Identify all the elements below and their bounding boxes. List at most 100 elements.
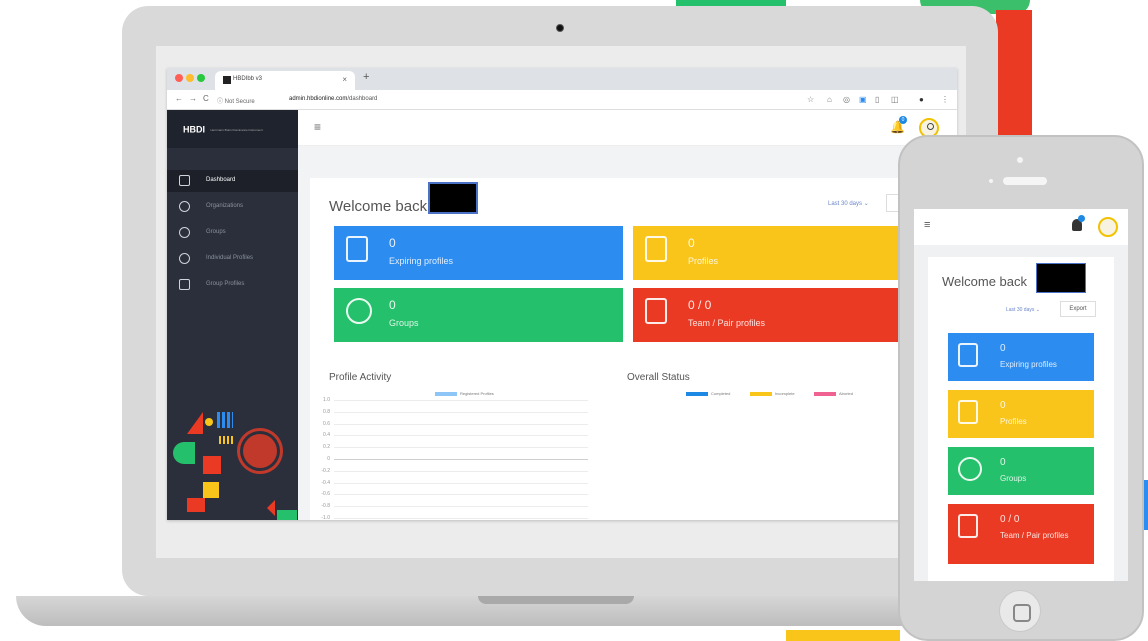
individual-profile-icon — [179, 253, 190, 264]
url-text[interactable]: admin.hbdionline.com/dashboard — [289, 96, 377, 102]
card-expiring-profiles[interactable]: 0 Expiring profiles — [334, 226, 623, 280]
card-value: 0 — [389, 298, 396, 312]
card-value: 0 — [1000, 457, 1006, 468]
laptop-base — [16, 596, 936, 626]
forward-icon[interactable]: → — [189, 94, 197, 103]
bookmark-star-icon[interactable]: ☆ — [807, 95, 814, 104]
legend-label: Incomplete — [775, 391, 795, 396]
card-label: Groups — [1000, 474, 1027, 483]
groups-icon — [179, 227, 190, 238]
tab-close-icon[interactable]: × — [342, 75, 347, 84]
sidebar-item-label: Groups — [206, 229, 226, 235]
address-bar[interactable]: ← → C ⓘ Not Secure admin.hbdionline.com/… — [167, 90, 957, 110]
mobile-card-profiles[interactable]: 0 Profiles — [948, 390, 1094, 438]
brand-name: HBDI — [183, 124, 205, 135]
phone-speaker — [1003, 177, 1047, 185]
laptop-notch — [478, 596, 634, 604]
profile-activity-title: Profile Activity — [329, 372, 392, 383]
legend-swatch — [686, 392, 708, 396]
sidebar: HBDI Herrmann Brain Dominance Instrument… — [167, 110, 298, 520]
app-header: ≡ 🔔 0 — [298, 110, 957, 146]
sidebar-item-group-profiles[interactable]: Group Profiles — [167, 274, 298, 296]
profile-icon[interactable]: ● — [919, 95, 924, 104]
mobile-export-button[interactable]: Export — [1060, 301, 1096, 317]
extension-icon[interactable]: ◎ — [843, 95, 850, 104]
new-tab-button[interactable]: + — [363, 71, 369, 83]
y-axis-tick-label: 0.8 — [323, 408, 330, 415]
security-label[interactable]: ⓘ Not Secure — [217, 96, 255, 105]
y-axis-tick-label: -0.2 — [321, 467, 330, 474]
card-label: Profiles — [1000, 417, 1027, 426]
chart-gridline — [334, 470, 588, 472]
chart-gridline — [334, 506, 588, 508]
reload-icon[interactable]: C — [203, 94, 209, 103]
group-profile-icon — [179, 279, 190, 290]
mobile-card-expiring-profiles[interactable]: 0 Expiring profiles — [948, 333, 1094, 381]
phone-home-button[interactable] — [999, 590, 1041, 632]
legend-swatch — [435, 392, 457, 396]
mobile-menu-icon[interactable]: ≡ — [924, 219, 930, 231]
browser-menu-icon[interactable]: ⋮ — [941, 95, 949, 104]
extension-icon[interactable]: ◫ — [891, 95, 899, 104]
card-label: Team / Pair profiles — [1000, 531, 1069, 540]
window-close-button[interactable] — [175, 74, 183, 82]
y-axis-tick-label: 0.6 — [323, 420, 330, 427]
chart-gridline — [334, 459, 588, 460]
mobile-card-groups[interactable]: 0 Groups — [948, 447, 1094, 495]
card-label: Team / Pair profiles — [688, 318, 766, 328]
decor-red-shape — [996, 10, 1032, 138]
chart-gridline — [334, 423, 588, 425]
chart-gridline — [334, 447, 588, 449]
brand-logo[interactable]: HBDI Herrmann Brain Dominance Instrument — [167, 110, 298, 148]
card-value: 0 — [688, 236, 695, 250]
extension-icon[interactable]: ▣ — [859, 95, 867, 104]
card-label: Expiring profiles — [389, 256, 454, 266]
organization-icon — [179, 201, 190, 212]
sidebar-item-dashboard[interactable]: Dashboard — [167, 170, 298, 192]
legend-swatch — [750, 392, 772, 396]
browser-tab[interactable]: HBDIbb v3 × — [215, 71, 355, 90]
chart-gridline — [334, 518, 588, 519]
card-groups[interactable]: 0 Groups — [334, 288, 623, 342]
card-profiles[interactable]: 0 Profiles — [633, 226, 922, 280]
date-range-select[interactable]: Last 30 days ⌄ — [828, 200, 869, 207]
mobile-card-team-pair-profiles[interactable]: 0 / 0 Team / Pair profiles — [948, 504, 1094, 564]
chart-gridline — [334, 411, 588, 413]
window-minimize-button[interactable] — [186, 74, 194, 82]
mobile-user-avatar[interactable] — [1098, 217, 1118, 237]
overall-status-title: Overall Status — [627, 372, 690, 383]
main-content: Welcome back Last 30 days ⌄ 0 Expiring p… — [298, 146, 957, 520]
sidebar-decoration — [167, 400, 298, 520]
groups-icon — [346, 298, 372, 324]
sidebar-item-groups[interactable]: Groups — [167, 222, 298, 244]
team-profile-icon — [645, 298, 667, 324]
legend-label: Aborted — [839, 391, 854, 396]
laptop-camera — [556, 24, 564, 32]
sidebar-item-label: Dashboard — [206, 177, 236, 183]
menu-toggle-icon[interactable]: ≡ — [314, 120, 321, 134]
sidebar-item-individual-profiles[interactable]: Individual Profiles — [167, 248, 298, 270]
dashboard-panel: Welcome back Last 30 days ⌄ 0 Expiring p… — [310, 178, 957, 520]
card-value: 0 / 0 — [688, 298, 712, 312]
extension-icon[interactable]: ⌂ — [827, 95, 832, 104]
sidebar-item-organizations[interactable]: Organizations — [167, 196, 298, 218]
back-icon[interactable]: ← — [175, 94, 183, 103]
chart-gridline — [334, 400, 588, 401]
mobile-redacted-username — [1036, 263, 1086, 293]
tab-title: HBDIbb v3 — [233, 76, 263, 82]
card-label: Profiles — [688, 256, 719, 266]
card-label: Groups — [389, 318, 419, 328]
y-axis-tick-label: -0.4 — [321, 479, 330, 486]
mobile-welcome-heading: Welcome back — [942, 274, 1028, 289]
window-maximize-button[interactable] — [197, 74, 205, 82]
card-value: 0 — [389, 236, 396, 250]
extension-icon[interactable]: ▯ — [875, 95, 879, 104]
legend-swatch — [814, 392, 836, 396]
card-team-pair-profiles[interactable]: 0 / 0 Team / Pair profiles — [633, 288, 922, 342]
legend-label: Completed — [711, 391, 731, 396]
mobile-notification-badge — [1078, 215, 1085, 222]
phone-sensor — [989, 179, 993, 183]
team-profile-icon — [958, 514, 978, 538]
brand-tagline: Herrmann Brain Dominance Instrument — [210, 127, 263, 132]
mobile-date-range-select[interactable]: Last 30 days ⌄ — [1006, 307, 1040, 313]
